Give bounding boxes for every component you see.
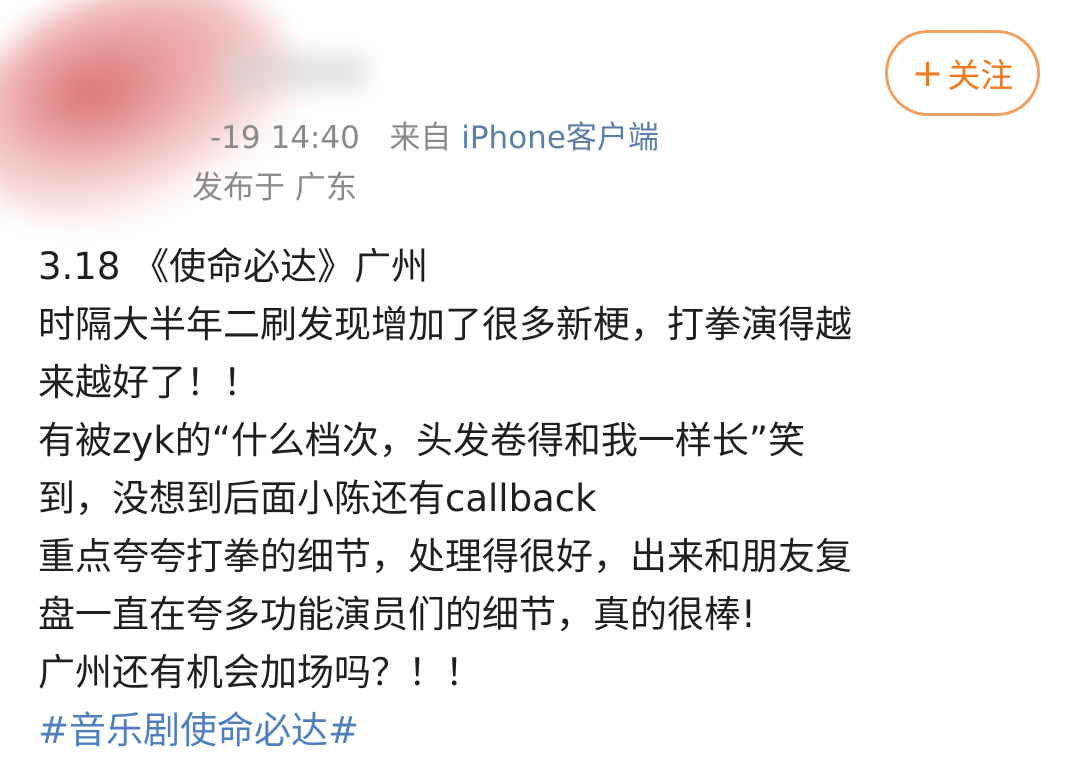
post-text-line: 有被zyk的“什么档次，头发卷得和我一样长”笑 (38, 419, 806, 462)
hashtag-link[interactable]: #音乐剧使命必达# (38, 702, 1048, 760)
post-location: 发布于 广东 (192, 170, 357, 206)
post-text-line: 来越好了！！ (38, 361, 260, 404)
post-text-line: 3.18 《使命必达》广州 (38, 245, 429, 288)
follow-button[interactable]: + 关注 (885, 30, 1040, 116)
post-meta: -19 14:40 来自 iPhone客户端 (210, 112, 659, 157)
follow-label: 关注 (947, 56, 1014, 95)
redacted-username (220, 52, 370, 92)
post-text-line: 到，没想到后面小陈还有callback (38, 477, 597, 520)
plus-icon: + (911, 51, 944, 95)
source-prefix: 来自 (389, 120, 452, 156)
post-body: 3.18 《使命必达》广州 时隔大半年二刷发现增加了很多新梗，打拳演得越 来越好… (38, 238, 1048, 760)
post-text-line: 广州还有机会加场吗？！！ (38, 651, 482, 694)
post-text-line: 时隔大半年二刷发现增加了很多新梗，打拳演得越 (38, 303, 852, 346)
post-text-line: 重点夸夸打拳的细节，处理得很好，出来和朋友复 (38, 535, 852, 578)
post-timestamp: -19 14:40 (210, 120, 360, 156)
post-text-line: 盘一直在夸多功能演员们的细节，真的很棒! (38, 593, 756, 636)
source-device-link[interactable]: iPhone客户端 (461, 120, 659, 156)
